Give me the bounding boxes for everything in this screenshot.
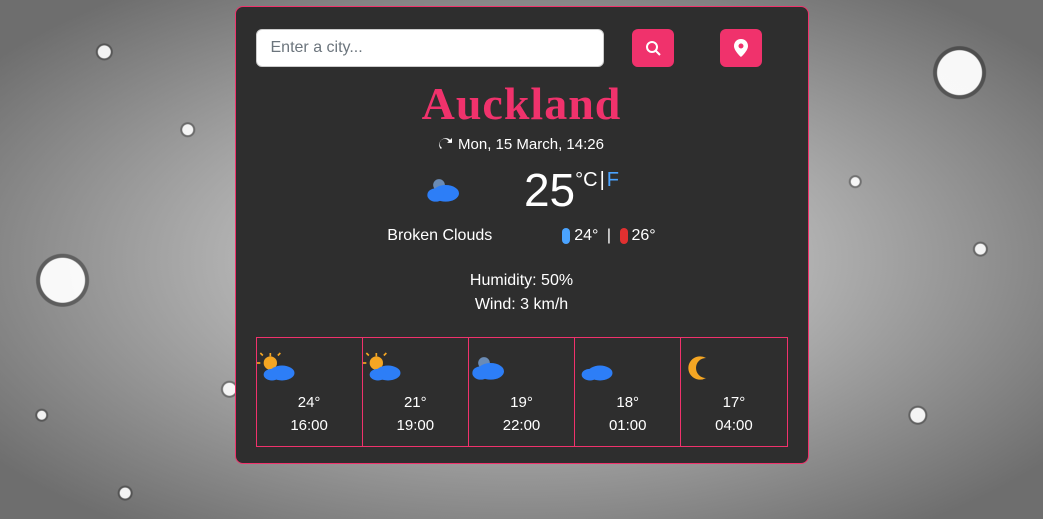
humidity-wind: Humidity: 50% Wind: 3 km/h (256, 269, 788, 317)
humidity-text: Humidity: 50% (256, 269, 788, 293)
forecast-icon (681, 352, 786, 384)
search-button[interactable] (632, 29, 674, 67)
forecast-temp: 24° (257, 394, 362, 411)
forecast-time: 22:00 (469, 417, 574, 434)
location-icon (734, 39, 748, 57)
forecast-icon (469, 352, 574, 384)
forecast-row: 24° 16:0021° 19:0019° 22:0018° 01:0017° 04:00 (256, 337, 788, 447)
weather-description: Broken Clouds (387, 227, 492, 245)
unit-celsius[interactable]: C (583, 169, 597, 191)
search-input[interactable] (256, 29, 604, 67)
forecast-icon (257, 352, 362, 384)
location-button[interactable] (720, 29, 762, 67)
forecast-item: 24° 16:00 (257, 338, 363, 446)
forecast-temp: 19° (469, 394, 574, 411)
forecast-temp: 21° (363, 394, 468, 411)
forecast-temp: 17° (681, 394, 786, 411)
forecast-item: 21° 19:00 (363, 338, 469, 446)
search-icon (645, 40, 661, 56)
thermometer-cold-icon (562, 228, 570, 244)
temp-value: 25 (524, 163, 575, 217)
high-temp: 26° (632, 227, 656, 245)
weather-icon (424, 174, 464, 206)
unit-fahrenheit[interactable]: F (607, 169, 619, 191)
wind-text: Wind: 3 km/h (256, 293, 788, 317)
datetime-text: Mon, 15 March, 14:26 (458, 136, 604, 153)
forecast-time: 04:00 (681, 417, 786, 434)
forecast-time: 16:00 (257, 417, 362, 434)
temp-row: 25 °C|F (256, 163, 788, 217)
city-name: Auckland (256, 77, 788, 130)
forecast-icon (575, 352, 680, 384)
description-row: Broken Clouds 24° | 26° (256, 227, 788, 245)
current-temp: 25 °C|F (524, 163, 619, 217)
forecast-temp: 18° (575, 394, 680, 411)
forecast-icon (363, 352, 468, 384)
thermometer-hot-icon (620, 228, 628, 244)
weather-card: Auckland Mon, 15 March, 14:26 25 °C|F Br… (235, 6, 809, 464)
forecast-item: 19° 22:00 (469, 338, 575, 446)
forecast-item: 18° 01:00 (575, 338, 681, 446)
refresh-icon[interactable] (439, 138, 452, 151)
forecast-time: 19:00 (363, 417, 468, 434)
datetime-row: Mon, 15 March, 14:26 (256, 136, 788, 153)
min-max: 24° | 26° (562, 227, 655, 245)
forecast-time: 01:00 (575, 417, 680, 434)
forecast-item: 17° 04:00 (681, 338, 786, 446)
low-temp: 24° (574, 227, 598, 245)
search-row (256, 29, 788, 67)
